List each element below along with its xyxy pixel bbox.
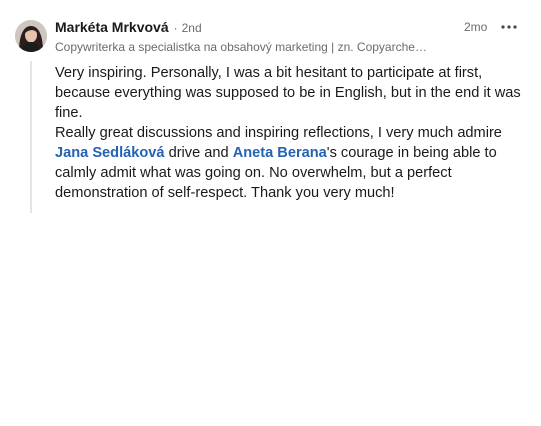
more-options-button[interactable]: [500, 18, 518, 36]
name-row: Markéta Mrkvová · 2nd: [55, 19, 525, 39]
mention-link-jana-sedlakova[interactable]: Jana Sedláková: [55, 145, 165, 161]
separator-dot: ·: [173, 21, 178, 35]
comment-paragraph-2: Really great discussions and inspiring r…: [55, 123, 525, 203]
author-headline: Copywriterka a specialistka na obsahový …: [55, 40, 427, 54]
mention-link-aneta-berana[interactable]: Aneta Berana: [233, 145, 327, 161]
comment-timestamp: 2mo: [464, 20, 488, 34]
thread-line: [30, 61, 32, 213]
comment-header: Markéta Mrkvová · 2nd Copywriterka a spe…: [55, 19, 525, 55]
comment-body: Very inspiring. Personally, I was a bit …: [55, 63, 525, 203]
author-name[interactable]: Markéta Mrkvová: [55, 19, 169, 35]
connection-degree: 2nd: [181, 21, 202, 35]
avatar[interactable]: [15, 20, 47, 52]
comment-text-segment: Really great discussions and inspiring r…: [55, 125, 502, 141]
comment-text-segment: drive and: [164, 145, 233, 161]
comment: Markéta Mrkvová · 2nd Copywriterka a spe…: [0, 0, 541, 426]
avatar-photo-icon: [15, 20, 47, 52]
ellipsis-icon: [501, 25, 517, 29]
comment-paragraph-1: Very inspiring. Personally, I was a bit …: [55, 65, 521, 121]
